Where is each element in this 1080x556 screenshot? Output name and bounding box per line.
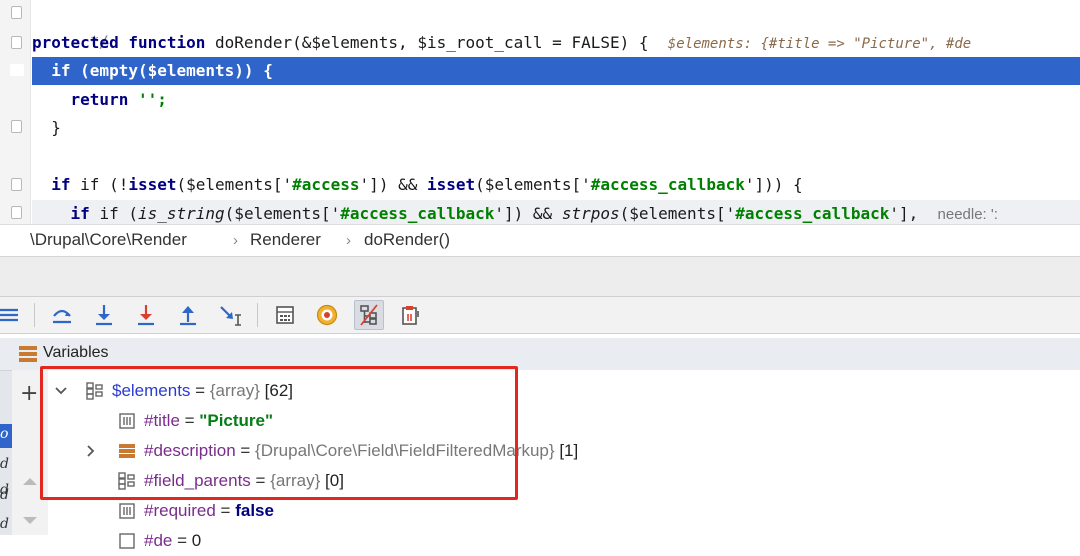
keyword: return bbox=[70, 90, 129, 109]
breadcrumb: \Drupal\Core\Render › Renderer › doRende… bbox=[0, 224, 1080, 257]
tree-row[interactable]: #de = 0 bbox=[48, 526, 648, 556]
var-value: false bbox=[235, 501, 274, 520]
primitive-field-icon bbox=[119, 503, 135, 519]
scroll-down-icon[interactable] bbox=[21, 515, 39, 527]
code-text: '], bbox=[889, 204, 919, 223]
editor-gutter[interactable] bbox=[0, 0, 31, 224]
add-watch-icon[interactable]: + bbox=[20, 383, 38, 405]
code-line[interactable]: return ''; bbox=[32, 86, 1080, 114]
debug-tool-window-header bbox=[0, 256, 1080, 297]
annotation-highlight-box bbox=[40, 366, 518, 500]
var-value: 0 bbox=[191, 531, 202, 550]
keyword: protected function bbox=[32, 33, 206, 52]
toolbar-separator bbox=[257, 303, 258, 327]
code-line[interactable]: } bbox=[32, 114, 1080, 142]
code-line[interactable]: */ bbox=[32, 0, 1080, 51]
watch-icon[interactable] bbox=[312, 300, 342, 330]
fold-marker-icon[interactable] bbox=[11, 178, 22, 191]
code-text: ($elements[' bbox=[619, 204, 736, 223]
code-line[interactable]: if if (!isset($elements['#access']) && i… bbox=[32, 171, 1080, 199]
var-name: #required bbox=[144, 501, 216, 520]
string-literal: #access_callback bbox=[735, 204, 890, 223]
string-literal: #access_callback bbox=[590, 175, 745, 194]
function-params: (&$elements, $is_root_call = FALSE) { bbox=[292, 33, 649, 52]
force-step-into-icon[interactable] bbox=[131, 300, 161, 330]
code-text: ($elements[' bbox=[176, 175, 293, 194]
code-text: ($elements[' bbox=[475, 175, 591, 194]
code-line[interactable]: if if (is_string($elements['#access_call… bbox=[32, 200, 1080, 224]
step-into-icon[interactable] bbox=[89, 300, 119, 330]
code-text: if ( bbox=[99, 204, 138, 223]
step-out-icon[interactable] bbox=[173, 300, 203, 330]
code-text: ']) && bbox=[494, 204, 562, 223]
fold-marker-icon[interactable] bbox=[11, 6, 22, 19]
debug-toolbar bbox=[0, 296, 1080, 334]
scroll-up-icon[interactable] bbox=[21, 475, 39, 487]
equals: = bbox=[215, 501, 236, 520]
breadcrumb-separator: › bbox=[233, 232, 238, 249]
frame-item[interactable]: d bbox=[0, 456, 12, 472]
step-over-icon[interactable] bbox=[47, 300, 77, 330]
menu-icon[interactable] bbox=[0, 300, 24, 330]
run-to-cursor-icon[interactable] bbox=[215, 300, 245, 330]
function-call: strpos bbox=[561, 204, 620, 223]
string-literal: ''; bbox=[137, 90, 167, 109]
code-text: '])) { bbox=[744, 175, 803, 194]
fold-marker-icon[interactable] bbox=[11, 120, 22, 133]
code-text: ($elements[' bbox=[224, 204, 341, 223]
code-text: if (! bbox=[80, 175, 129, 194]
breadcrumb-separator: › bbox=[346, 232, 351, 249]
restore-layout-icon[interactable] bbox=[354, 300, 384, 330]
code-editor[interactable]: */ protected function doRender(&$element… bbox=[0, 0, 1080, 224]
function-call: isset bbox=[128, 175, 177, 194]
function-call: isset bbox=[426, 175, 476, 194]
variables-icon bbox=[19, 346, 37, 362]
var-name: #de bbox=[144, 531, 173, 550]
inline-param-hint: needle: ': bbox=[937, 206, 998, 223]
frame-item[interactable]: d bbox=[0, 487, 12, 503]
frame-item[interactable]: o bbox=[0, 426, 12, 442]
string-literal: #access_callback bbox=[340, 204, 495, 223]
code-text: ']) && bbox=[359, 175, 427, 194]
code-line[interactable]: protected function doRender(&$elements, … bbox=[32, 29, 1080, 57]
variables-title: Variables bbox=[43, 344, 109, 361]
breadcrumb-item-method[interactable]: doRender() bbox=[364, 230, 450, 250]
var-count: [1] bbox=[559, 441, 579, 460]
function-call: is_string bbox=[137, 204, 225, 223]
code-text: if (empty($elements)) { bbox=[51, 61, 273, 80]
frame-item[interactable]: d bbox=[0, 516, 12, 532]
fold-marker-icon[interactable] bbox=[11, 206, 22, 219]
function-name: doRender bbox=[215, 33, 293, 52]
inline-debug-value: $elements: {#title => "Picture", #de bbox=[667, 36, 972, 52]
breadcrumb-item-class[interactable]: Renderer bbox=[250, 230, 321, 250]
current-execution-line[interactable]: if (empty($elements)) { bbox=[32, 57, 1080, 85]
execution-point-icon[interactable] bbox=[10, 64, 24, 76]
fold-marker-icon[interactable] bbox=[11, 36, 22, 49]
string-literal: #access bbox=[292, 175, 360, 194]
breadcrumb-item-namespace[interactable]: \Drupal\Core\Render bbox=[30, 230, 187, 250]
copy-stack-icon[interactable] bbox=[396, 300, 426, 330]
equals: = bbox=[172, 531, 192, 550]
toolbar-separator bbox=[34, 303, 35, 327]
tree-row[interactable]: #required = false bbox=[48, 496, 648, 526]
code-text: } bbox=[51, 118, 61, 137]
evaluate-expression-icon[interactable] bbox=[270, 300, 300, 330]
